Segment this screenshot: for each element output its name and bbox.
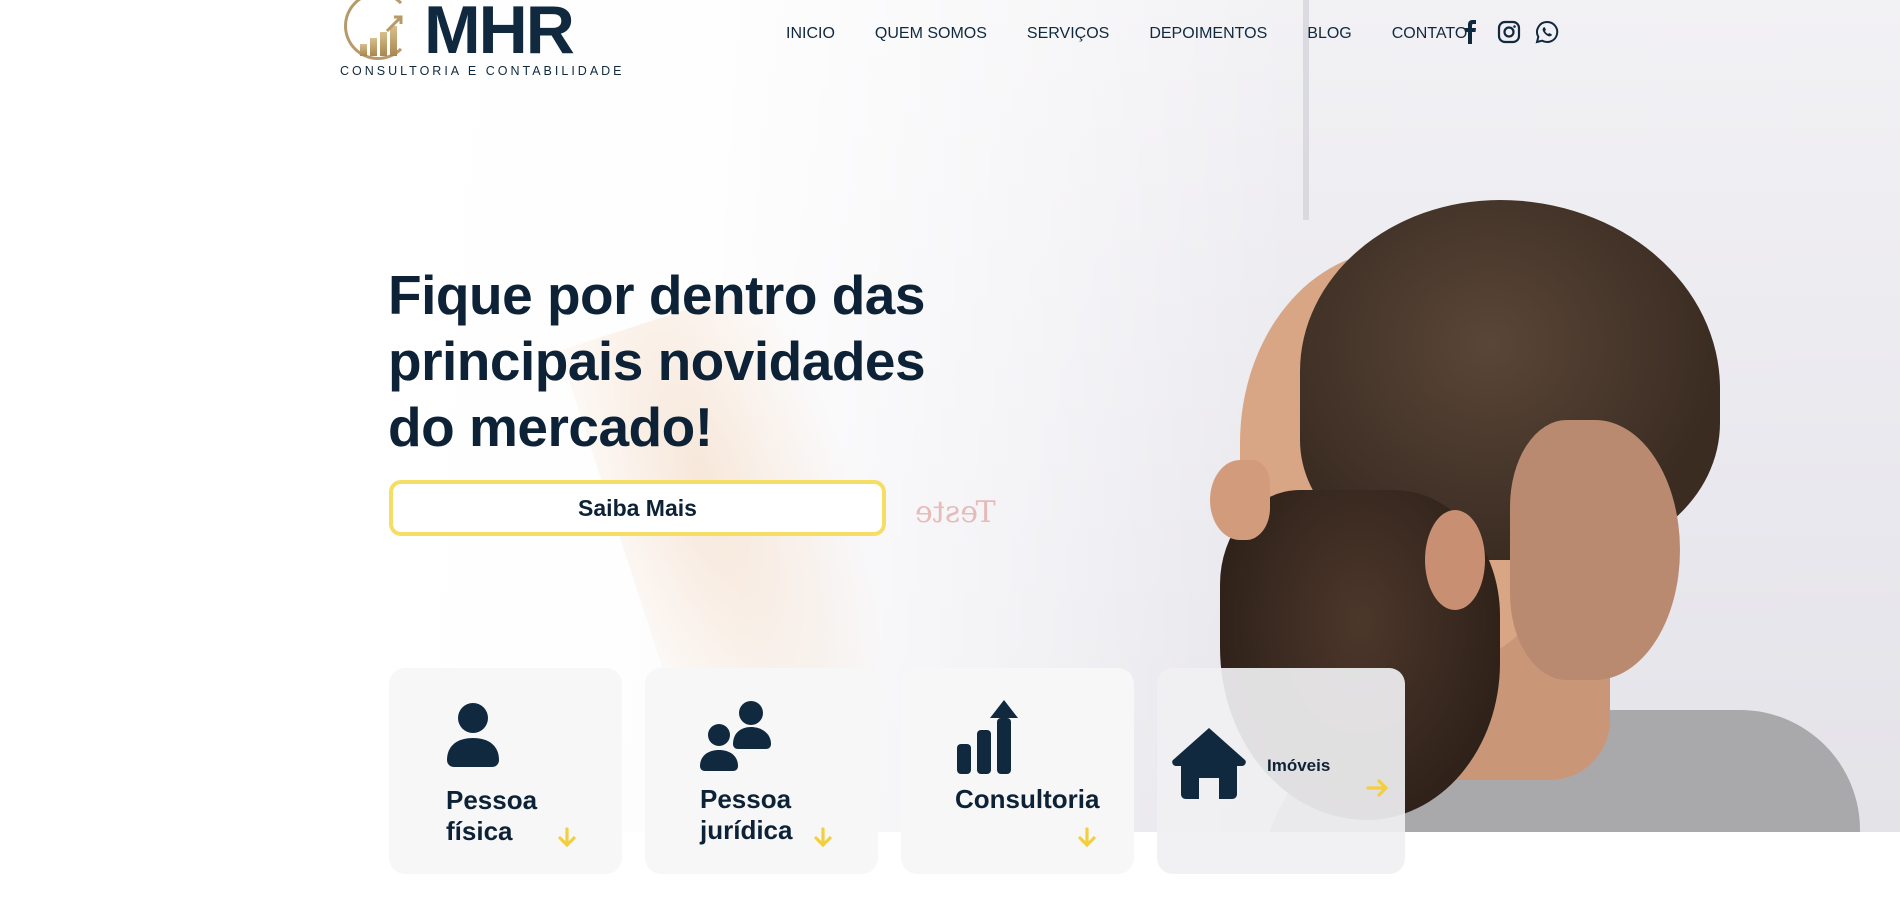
card-title-line-1: Pessoa	[700, 784, 792, 814]
nav-inicio[interactable]: INICIO	[786, 25, 835, 43]
card-pessoa-fisica[interactable]: Pessoa física	[389, 668, 622, 874]
card-imoveis[interactable]: Imóveis	[1157, 668, 1405, 874]
whatsapp-icon[interactable]	[1535, 20, 1559, 44]
logo-arrow-icon	[385, 15, 403, 33]
house-icon	[1172, 728, 1246, 799]
headline-line-1: Fique por dentro das	[388, 264, 925, 326]
saiba-mais-button[interactable]: Saiba Mais	[389, 480, 886, 536]
instagram-icon[interactable]	[1497, 20, 1521, 44]
arrow-down-icon	[558, 827, 576, 848]
arrow-down-icon	[814, 827, 832, 848]
social-links	[1459, 20, 1559, 44]
card-title-line-1: Pessoa	[446, 785, 538, 815]
whiteboard-scribble: Teste	[915, 495, 996, 530]
card-title: Imóveis	[1267, 756, 1331, 775]
nav-depoimentos[interactable]: DEPOIMENTOS	[1149, 25, 1267, 43]
nav-blog[interactable]: BLOG	[1307, 25, 1351, 43]
hero-headline: Fique por dentro das principais novidade…	[388, 262, 1008, 460]
card-title: Consultoria	[955, 784, 1099, 815]
card-title-line-2: jurídica	[700, 815, 793, 845]
card-title: Pessoa jurídica	[700, 784, 792, 846]
facebook-icon[interactable]	[1459, 20, 1483, 44]
card-pessoa-juridica[interactable]: Pessoa jurídica	[645, 668, 878, 874]
headline-line-3: do mercado!	[388, 396, 713, 458]
brand-name: MHR	[424, 0, 575, 68]
nav-servicos[interactable]: SERVIÇOS	[1027, 25, 1109, 43]
brand-logo[interactable]: MHR CONSULTORIA E CONTABILIDADE	[340, 0, 640, 84]
brand-tagline: CONSULTORIA E CONTABILIDADE	[340, 64, 625, 78]
headline-line-2: principais novidades	[388, 330, 926, 392]
chart-growth-icon	[957, 700, 1018, 774]
person-icon	[447, 703, 499, 767]
arrow-right-icon	[1366, 779, 1389, 797]
people-icon	[700, 701, 771, 771]
card-title: Pessoa física	[446, 785, 537, 847]
person-hair-fade	[1510, 420, 1680, 680]
main-navigation: INICIO QUEM SOMOS SERVIÇOS DEPOIMENTOS B…	[786, 25, 1507, 43]
saiba-mais-label: Saiba Mais	[578, 494, 697, 521]
nav-contato[interactable]: CONTATO	[1392, 25, 1468, 43]
person-nose	[1210, 460, 1270, 540]
card-consultoria[interactable]: Consultoria	[901, 668, 1134, 874]
person-ear	[1425, 510, 1485, 610]
card-title-line-2: física	[446, 816, 513, 846]
card-title-line-1: Consultoria	[955, 784, 1100, 814]
arrow-down-icon	[1078, 827, 1096, 848]
nav-quem-somos[interactable]: QUEM SOMOS	[875, 25, 987, 43]
